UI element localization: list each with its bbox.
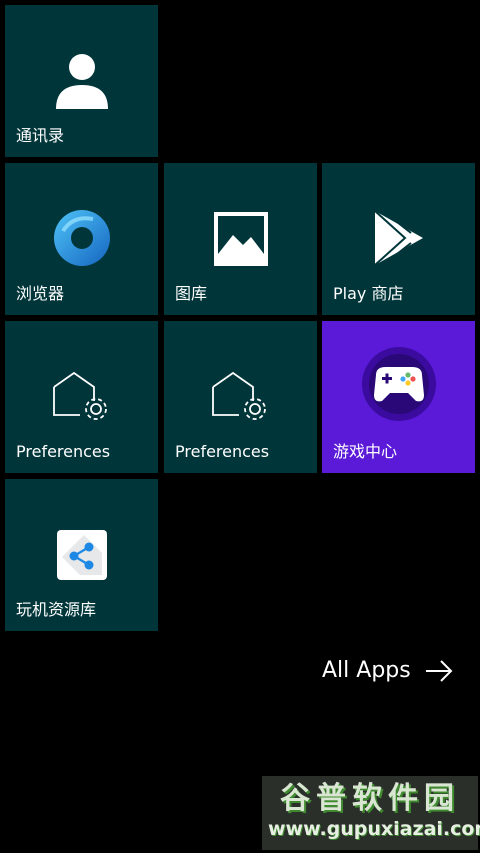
all-apps-button[interactable]: All Apps [322,658,453,683]
tile-label: 玩机资源库 [16,600,97,619]
tile-preferences-2[interactable]: Preferences [164,321,317,473]
play-store-triangle-icon [373,210,423,266]
tile-label: 图库 [175,284,208,303]
arrow-right-icon [425,659,453,682]
tile-preferences-1[interactable]: Preferences [5,321,158,473]
all-apps-label: All Apps [322,658,411,683]
browser-ring-icon [53,210,110,266]
watermark-title: 谷普软件园 [280,781,460,816]
tile-play-store[interactable]: Play 商店 [322,163,475,315]
tile-contacts[interactable]: 通讯录 [5,5,158,157]
contact-person-icon [55,54,108,109]
tile-label: Play 商店 [333,284,404,303]
preferences-house-gear-icon [52,371,107,420]
tile-label: 通讯录 [16,126,65,145]
tile-toolbox[interactable]: 玩机资源库 [5,479,158,631]
tile-gallery[interactable]: 图库 [164,163,317,315]
preferences-house-gear-icon [211,371,266,420]
watermark-logo: 谷普软件园 www.gupuxiazai.com [262,776,480,850]
watermark-url: www.gupuxiazai.com [268,818,480,840]
tile-label: 浏览器 [16,284,65,303]
gallery-mountain-icon [213,212,268,266]
tile-label: 游戏中心 [333,442,398,461]
tile-browser[interactable]: 浏览器 [5,163,158,315]
tile-game-center[interactable]: 游戏中心 [322,321,475,473]
tile-label: Preferences [175,442,270,461]
share-toolbox-icon [56,530,107,580]
tile-label: Preferences [16,442,111,461]
gamepad-icon [361,347,436,421]
